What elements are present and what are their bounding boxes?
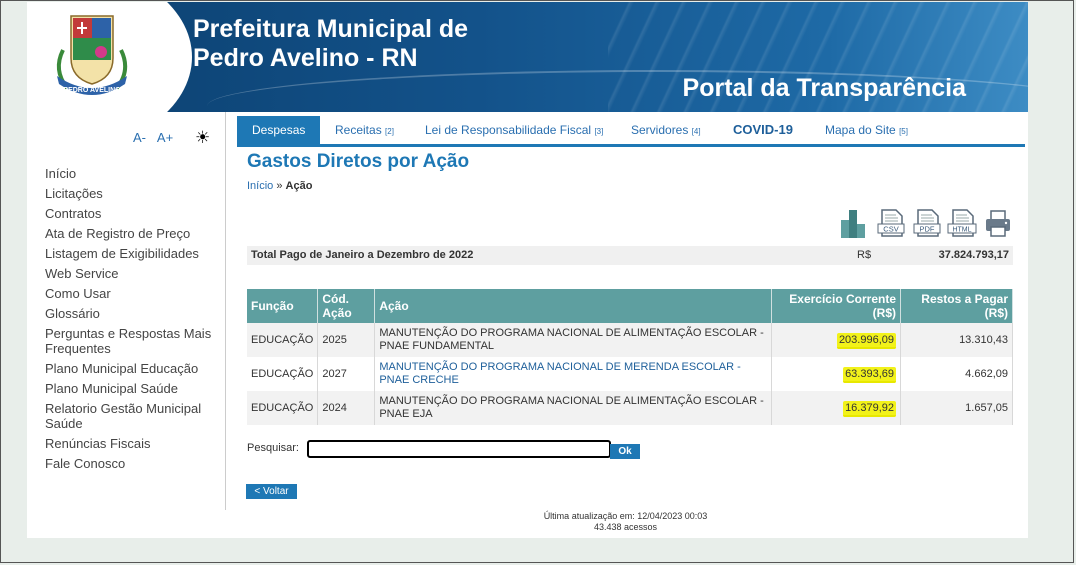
last-updated: Última atualização em: 12/04/2023 00:03 (543, 511, 708, 521)
table-row[interactable]: EDUCAÇÃO 2024 MANUTENÇÃO DO PROGRAMA NAC… (247, 391, 1013, 425)
font-increase-button[interactable]: A+ (157, 130, 173, 145)
highlighted-value: 203.996,09 (836, 332, 896, 349)
chart-icon[interactable] (838, 208, 868, 238)
tab-label: Despesas (252, 123, 306, 137)
breadcrumb-home-link[interactable]: Início (247, 180, 273, 192)
sidebar-item-plano-saude[interactable]: Plano Municipal Saúde (45, 381, 220, 396)
tab-number: [4] (691, 127, 701, 136)
cell-cod: 2027 (317, 357, 376, 391)
cell-exercicio: 203.996,09 (771, 323, 901, 357)
font-decrease-button[interactable]: A- (133, 130, 146, 145)
highlighted-value: 16.379,92 (843, 400, 896, 417)
main-content: Despesas Receitas [2] Lei de Responsabil… (237, 116, 1025, 499)
sidebar-item-web-service[interactable]: Web Service (45, 266, 220, 281)
total-label: Total Pago de Janeiro a Dezembro de 2022 (251, 249, 474, 261)
header-restos[interactable]: Restos a Pagar (R$) (900, 289, 1013, 323)
sidebar-item-glossario[interactable]: Glossário (45, 306, 220, 321)
header-cod-acao[interactable]: Cód. Ação (317, 289, 376, 323)
municipal-crest-logo[interactable]: PEDRO AVELINO (49, 10, 135, 102)
crest-text: PEDRO AVELINO (63, 87, 121, 94)
pdf-icon[interactable]: PDF (912, 208, 942, 238)
cell-cod: 2024 (317, 391, 376, 425)
site-title-line1: Prefeitura Municipal de (193, 15, 469, 43)
portal-title: Portal da Transparência (682, 74, 966, 102)
search-label: Pesquisar: (247, 442, 299, 454)
html-label: HTML (952, 227, 971, 234)
sidebar-item-exigibilidades[interactable]: Listagem de Exigibilidades (45, 246, 220, 261)
tab-label: COVID-19 (733, 122, 793, 137)
tab-servidores[interactable]: Servidores [4] (631, 116, 701, 144)
tab-number: [2] (385, 127, 394, 136)
total-currency: R$ (857, 249, 872, 261)
header-acao[interactable]: Ação (374, 289, 772, 323)
tab-label: Servidores (631, 123, 689, 137)
tab-despesas[interactable]: Despesas (237, 116, 321, 144)
sidebar-item-perguntas[interactable]: Perguntas e Respostas Mais Frequentes (45, 326, 220, 356)
cell-cod: 2025 (317, 323, 376, 357)
sidebar-menu: Início Licitações Contratos Ata de Regis… (45, 166, 220, 476)
table-row[interactable]: EDUCAÇÃO 2027 MANUTENÇÃO DO PROGRAMA NAC… (247, 357, 1013, 391)
pdf-label: PDF (920, 225, 935, 234)
tab-lrf[interactable]: Lei de Responsabilidade Fiscal [3] (425, 116, 603, 144)
sidebar-item-plano-educacao[interactable]: Plano Municipal Educação (45, 361, 220, 376)
sidebar-item-contratos[interactable]: Contratos (45, 206, 220, 221)
cell-exercicio: 16.379,92 (771, 391, 901, 425)
cell-funcao: EDUCAÇÃO (247, 357, 319, 391)
sidebar-item-inicio[interactable]: Início (45, 166, 220, 181)
tab-mapa-site[interactable]: Mapa do Site [5] (825, 116, 908, 144)
tab-bar: Despesas Receitas [2] Lei de Responsabil… (237, 116, 1025, 147)
site-title-line2: Pedro Avelino - RN (193, 44, 418, 72)
site-header: PEDRO AVELINO Prefeitura Municipal de Pe… (27, 2, 1028, 112)
visit-count: 43.438 acessos (593, 522, 658, 532)
breadcrumb: Início » Ação (247, 180, 312, 192)
footer: Última atualização em: 12/04/2023 00:03 … (27, 511, 1028, 533)
tab-label: Receitas (335, 123, 382, 137)
cell-acao-link[interactable]: MANUTENÇÃO DO PROGRAMA NACIONAL DE ALIME… (374, 391, 772, 425)
html-icon[interactable]: HTML (947, 208, 977, 238)
csv-icon[interactable]: CSV (876, 208, 906, 238)
expenses-table: Função Cód. Ação Ação Exercício Corrente… (247, 289, 1013, 425)
tab-label: Mapa do Site (825, 123, 896, 137)
csv-label: CSV (883, 225, 898, 234)
contrast-toggle-icon[interactable]: ☀ (195, 128, 210, 148)
page-title: Gastos Diretos por Ação (247, 151, 470, 172)
header-funcao[interactable]: Função (247, 289, 319, 323)
tab-receitas[interactable]: Receitas [2] (335, 116, 394, 144)
print-icon[interactable] (983, 208, 1013, 238)
header-exercicio[interactable]: Exercício Corrente (R$) (771, 289, 901, 323)
font-size-controls: A- A+ (133, 130, 181, 145)
sidebar-item-licitacoes[interactable]: Licitações (45, 186, 220, 201)
search-ok-button[interactable]: Ok (610, 444, 640, 459)
total-value: 37.824.793,17 (938, 249, 1009, 261)
sidebar-item-como-usar[interactable]: Como Usar (45, 286, 220, 301)
sidebar-item-ata-registro[interactable]: Ata de Registro de Preço (45, 226, 220, 241)
cell-restos: 1.657,05 (900, 391, 1013, 425)
total-summary: Total Pago de Janeiro a Dezembro de 2022… (247, 246, 1013, 265)
site-title: Prefeitura Municipal de Pedro Avelino - … (193, 15, 468, 73)
tab-covid[interactable]: COVID-19 (733, 116, 793, 144)
table-header-row: Função Cód. Ação Ação Exercício Corrente… (247, 289, 1013, 323)
breadcrumb-separator: » (276, 180, 283, 192)
search-input[interactable] (307, 440, 611, 458)
page: PEDRO AVELINO Prefeitura Municipal de Pe… (27, 2, 1028, 538)
highlighted-value: 63.393,69 (843, 366, 896, 383)
cell-restos: 13.310,43 (900, 323, 1013, 357)
cell-funcao: EDUCAÇÃO (247, 391, 319, 425)
sidebar-item-relatorio-saude[interactable]: Relatorio Gestão Municipal Saúde (45, 401, 220, 431)
cell-acao-link[interactable]: MANUTENÇÃO DO PROGRAMA NACIONAL DE ALIME… (374, 323, 772, 357)
sidebar: A- A+ ☀ Início Licitações Contratos Ata … (27, 112, 226, 510)
cell-acao-link[interactable]: MANUTENÇÃO DO PROGRAMA NACIONAL DE MEREN… (374, 357, 772, 391)
search-bar: Pesquisar: (247, 440, 611, 458)
cell-exercicio: 63.393,69 (771, 357, 901, 391)
back-button[interactable]: < Voltar (246, 484, 297, 499)
cell-restos: 4.662,09 (900, 357, 1013, 391)
tab-number: [3] (594, 127, 604, 136)
breadcrumb-current: Ação (285, 180, 313, 192)
tab-label: Lei de Responsabilidade Fiscal (425, 123, 592, 137)
tab-number: [5] (899, 127, 908, 136)
sidebar-item-fale-conosco[interactable]: Fale Conosco (45, 456, 220, 471)
table-row[interactable]: EDUCAÇÃO 2025 MANUTENÇÃO DO PROGRAMA NAC… (247, 323, 1013, 357)
sidebar-item-renuncias[interactable]: Renúncias Fiscais (45, 436, 220, 451)
cell-funcao: EDUCAÇÃO (247, 323, 319, 357)
